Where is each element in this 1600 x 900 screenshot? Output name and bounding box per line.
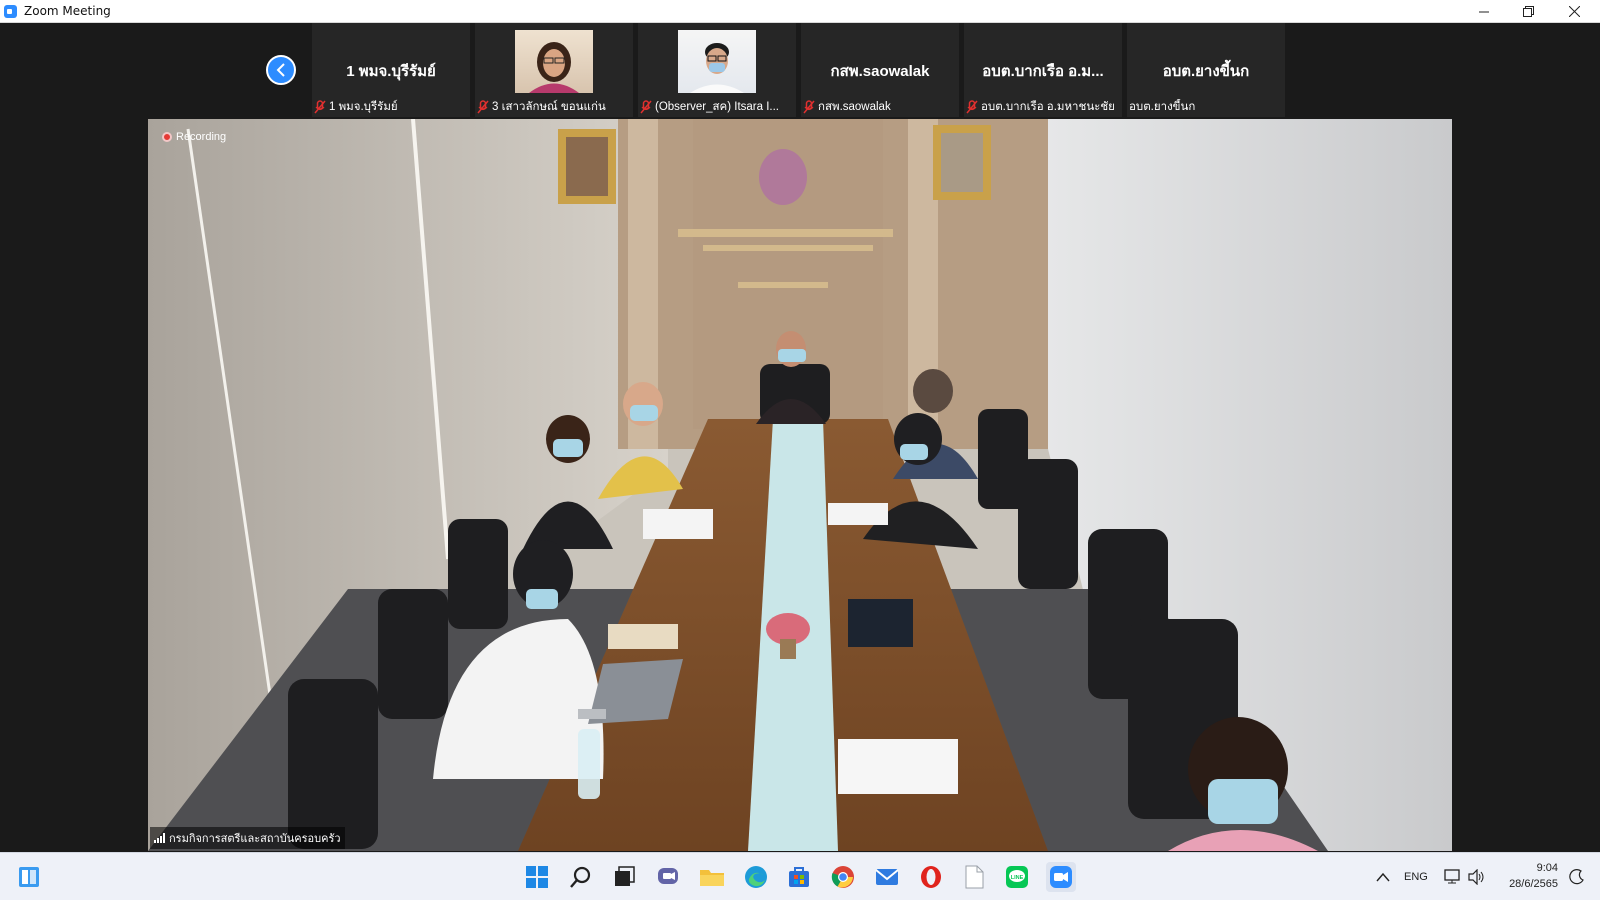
participant-name: อบต.บากเรือ อ.มหาชนะชัย <box>981 101 1115 113</box>
participant-tile[interactable]: 3 เสาวลักษณ์ ขอนแก่น <box>475 23 633 117</box>
task-view-icon[interactable] <box>609 862 639 892</box>
mail-icon[interactable] <box>872 862 902 892</box>
participant-name: 1 พมจ.บุรีรัมย์ <box>329 101 398 113</box>
speaker-name-label: กรมกิจการสตรีและสถาบันครอบครัว <box>150 827 345 849</box>
recording-label: Recording <box>176 131 227 143</box>
participant-label: อบต.ยางขี้นก <box>1129 99 1283 115</box>
close-button[interactable] <box>1552 0 1596 23</box>
active-speaker-video[interactable]: Recording กรมกิจการสตรีและสถาบันครอบครัว <box>148 119 1452 851</box>
line-icon[interactable]: LINE <box>1002 862 1032 892</box>
participant-label: อบต.บากเรือ อ.มหาชนะชัย <box>966 99 1120 115</box>
start-icon[interactable] <box>522 862 552 892</box>
svg-text:LINE: LINE <box>1011 875 1024 881</box>
participant-name: กสพ.saowalak <box>818 101 891 113</box>
teams-chat-icon[interactable] <box>653 862 683 892</box>
edge-icon[interactable] <box>741 862 771 892</box>
participant-label: 1 พมจ.บุรีรัมย์ <box>314 99 468 115</box>
volume-icon[interactable] <box>1462 862 1492 892</box>
participant-name: 3 เสาวลักษณ์ ขอนแก่น <box>492 101 606 113</box>
search-icon[interactable] <box>566 862 596 892</box>
recording-icon <box>162 132 172 142</box>
mic-muted-icon <box>477 100 489 114</box>
participant-tile[interactable]: 1 พมจ.บุรีรัมย์ 1 พมจ.บุรีรัมย์ <box>312 23 470 117</box>
participant-label: 3 เสาวลักษณ์ ขอนแก่น <box>477 99 631 115</box>
close-icon <box>1568 6 1580 17</box>
window-title: Zoom Meeting <box>24 4 111 18</box>
minimize-button[interactable] <box>1462 0 1506 23</box>
chrome-icon[interactable] <box>828 862 858 892</box>
meeting-room-scene <box>148 119 1452 851</box>
windows-taskbar: LINE ENG 9:04 28/6/2565 <box>0 852 1600 900</box>
mic-muted-icon <box>640 100 652 114</box>
clock-date: 28/6/2565 <box>1509 878 1558 890</box>
participant-video <box>678 30 756 93</box>
mic-muted-icon <box>966 100 978 114</box>
chevron-left-icon <box>276 63 285 77</box>
mic-muted-icon <box>314 100 326 114</box>
participant-label: (Observer_สค) Itsara I... <box>640 99 794 115</box>
zoom-app-icon <box>4 5 17 18</box>
participant-tile[interactable]: (Observer_สค) Itsara I... <box>638 23 796 117</box>
opera-icon[interactable] <box>916 862 946 892</box>
document-icon[interactable] <box>959 862 989 892</box>
chevron-up-icon[interactable] <box>1368 862 1398 892</box>
participant-tile[interactable]: อบต.บากเรือ อ.ม... อบต.บากเรือ อ.มหาชนะช… <box>964 23 1122 117</box>
store-icon[interactable] <box>784 862 814 892</box>
person-thumbnail <box>529 42 579 93</box>
restore-button[interactable] <box>1506 0 1550 23</box>
notification-icon[interactable] <box>1562 862 1592 892</box>
clock-time: 9:04 <box>1536 862 1558 874</box>
participant-tile[interactable]: อบต.ยางขี้นก อบต.ยางขี้นก <box>1127 23 1285 117</box>
file-explorer-icon[interactable] <box>697 862 727 892</box>
participant-video <box>515 30 593 93</box>
participant-display-name: อบต.บากเรือ อ.ม... <box>982 63 1104 80</box>
participant-display-name: อบต.ยางขี้นก <box>1162 63 1250 80</box>
system-clock[interactable]: 9:04 28/6/2565 <box>1494 860 1558 892</box>
window-titlebar: Zoom Meeting <box>0 0 1600 23</box>
participant-label: กสพ.saowalak <box>803 99 957 115</box>
restore-icon <box>1522 6 1534 17</box>
zoom-icon[interactable] <box>1046 862 1076 892</box>
person-thumbnail <box>690 43 744 93</box>
connection-signal-icon <box>154 833 165 843</box>
input-language[interactable]: ENG <box>1404 871 1428 883</box>
participant-name: (Observer_สค) Itsara I... <box>655 101 779 113</box>
participant-tile[interactable]: กสพ.saowalak กสพ.saowalak <box>801 23 959 117</box>
widgets-icon[interactable] <box>14 862 44 892</box>
speaker-name: กรมกิจการสตรีและสถาบันครอบครัว <box>169 833 341 845</box>
participant-display-name: กสพ.saowalak <box>830 63 930 80</box>
minimize-icon <box>1479 11 1489 12</box>
participant-strip: 1 พมจ.บุรีรัมย์ 1 พมจ.บุรีรัมย์ 3 เสาวลั… <box>0 23 1600 118</box>
mic-muted-icon <box>803 100 815 114</box>
previous-page-button[interactable] <box>266 55 296 85</box>
participant-name: อบต.ยางขี้นก <box>1129 101 1196 113</box>
participant-display-name: 1 พมจ.บุรีรัมย์ <box>346 63 436 80</box>
recording-indicator: Recording <box>162 131 226 143</box>
